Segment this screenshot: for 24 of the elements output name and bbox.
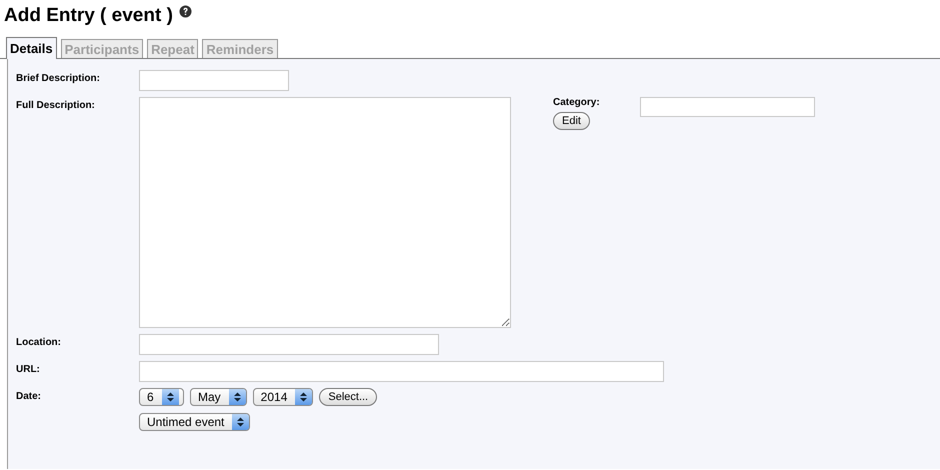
edit-button[interactable]: Edit <box>553 112 590 130</box>
stepper-icon <box>232 414 250 430</box>
stepper-icon <box>162 389 179 405</box>
text-area[interactable] <box>139 97 511 328</box>
tab[interactable]: Details <box>6 37 57 59</box>
dropdown[interactable]: 2014 <box>252 388 314 406</box>
dropdown[interactable]: Untimed event <box>139 413 250 431</box>
dropdown[interactable]: 6 <box>139 388 184 406</box>
input-field[interactable] <box>640 97 815 117</box>
page-title: Add Entry ( event ) <box>4 5 173 27</box>
field-label: Full Description: <box>16 99 96 113</box>
stepper-icon <box>228 389 246 405</box>
dropdown[interactable]: May <box>190 388 247 406</box>
field-label: Category: <box>553 97 600 108</box>
field-label: Location: <box>16 336 62 350</box>
stepper-icon <box>295 389 312 405</box>
select-button[interactable]: Select... <box>319 388 378 406</box>
input-field[interactable] <box>139 361 664 382</box>
input-field[interactable] <box>139 70 289 91</box>
field-label: Date: <box>16 390 42 404</box>
field-label: Brief Description: <box>16 72 101 86</box>
help-icon[interactable] <box>178 5 192 18</box>
input-field[interactable] <box>139 334 439 355</box>
field-label: URL: <box>16 363 41 377</box>
